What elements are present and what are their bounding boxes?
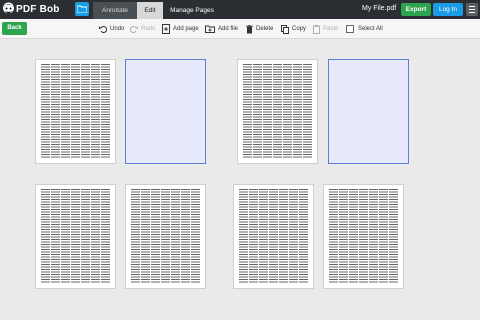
page-thumbnail[interactable] <box>35 184 116 289</box>
copy-icon <box>281 24 289 34</box>
page-thumbnail[interactable] <box>125 184 206 289</box>
undo-button[interactable]: Undo <box>99 23 124 35</box>
redo-icon <box>130 26 138 33</box>
copy-button[interactable]: Copy <box>281 23 306 35</box>
add-file-button[interactable]: Add file <box>205 23 238 35</box>
add-page-button[interactable]: Add page <box>162 23 199 35</box>
add-page-icon <box>162 24 170 34</box>
menu-icon <box>469 6 475 7</box>
avatar-logo-icon <box>2 2 15 17</box>
paste-button[interactable]: Paste <box>313 23 338 35</box>
back-button[interactable]: Back <box>2 22 27 35</box>
menu-icon-line <box>469 12 475 13</box>
copy-label: Copy <box>292 26 307 32</box>
checkbox-icon[interactable] <box>346 25 354 33</box>
page-text-lines <box>243 64 312 159</box>
page-text-lines <box>329 189 398 284</box>
blank-page-thumbnail[interactable] <box>125 59 206 164</box>
folder-icon <box>77 5 87 13</box>
delete-label: Delete <box>256 26 274 32</box>
undo-icon <box>99 26 107 33</box>
menu-button[interactable] <box>466 3 478 16</box>
select-all-label: Select All <box>358 26 383 32</box>
page-text-lines <box>41 64 110 159</box>
page-thumbnail[interactable] <box>233 184 314 289</box>
tab-manage-pages[interactable]: Manage Pages <box>163 2 221 19</box>
page-thumbnail[interactable] <box>35 59 116 164</box>
page-text-lines <box>239 189 308 284</box>
page-text-lines <box>131 189 200 284</box>
select-all-toggle[interactable]: Select All <box>346 23 383 35</box>
paste-icon <box>313 24 320 34</box>
undo-label: Undo <box>110 26 125 32</box>
add-file-icon <box>205 25 215 33</box>
trash-icon <box>246 24 253 33</box>
add-file-label: Add file <box>218 26 239 32</box>
blank-page-thumbnail[interactable] <box>328 59 409 164</box>
app-title: PDF Bob <box>16 4 60 15</box>
add-page-label: Add page <box>173 26 199 32</box>
menu-icon-line <box>469 9 475 10</box>
tab-annotate[interactable]: Annotate <box>93 2 137 19</box>
page-text-lines <box>41 189 110 284</box>
page-thumbnail[interactable] <box>323 184 404 289</box>
toolbar: Back Undo Redo Add page Add file Delete … <box>0 19 480 39</box>
redo-button[interactable]: Redo <box>130 23 155 35</box>
top-bar: PDF Bob Annotate Edit Manage Pages My Fi… <box>0 0 480 19</box>
delete-button[interactable]: Delete <box>246 23 273 35</box>
redo-label: Redo <box>141 26 156 32</box>
export-button[interactable]: Export <box>401 3 431 16</box>
file-name[interactable]: My File.pdf <box>362 2 396 16</box>
page-thumbnail[interactable] <box>237 59 318 164</box>
tab-edit[interactable]: Edit <box>137 2 163 19</box>
open-file-button[interactable] <box>75 2 89 16</box>
login-button[interactable]: Log In <box>433 3 463 16</box>
paste-label: Paste <box>323 26 339 32</box>
